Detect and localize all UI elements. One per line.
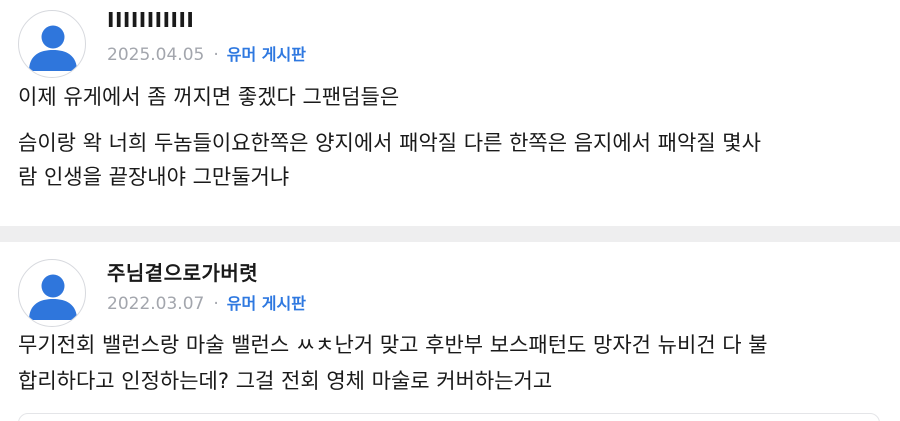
next-card-edge [18,413,880,421]
comment-text-line: 합리하다고 인정하는데? 그걸 전회 영체 마술로 커버하는거고 [18,369,553,393]
post-date: 2025.04.05 [107,45,205,65]
post-meta: 2025.04.05 · 유머 게시판 [107,41,306,65]
comment-text-line: 이제 유게에서 좀 꺼지면 좋겠다 그팬덤들은 [18,85,400,109]
user-silhouette-icon [29,274,77,320]
board-link[interactable]: 유머 게시판 [227,45,306,64]
comment-feed: IIIIIIIIIII 2025.04.05 · 유머 게시판 이제 유게에서 좀 … [0,0,900,421]
post-meta: 2022.03.07 · 유머 게시판 [107,290,306,314]
board-link[interactable]: 유머 게시판 [227,294,306,313]
user-silhouette-icon [29,25,77,71]
avatar[interactable] [18,259,86,327]
avatar[interactable] [18,10,86,78]
author-name[interactable]: IIIIIIIIIII [107,8,194,32]
comment-card: 주님곁으로가버렷 2022.03.07 · 유머 게시판 무기전회 밸런스랑 마술 … [0,242,900,421]
author-name[interactable]: 주님곁으로가버렷 [107,257,258,286]
comment-card: IIIIIIIIIII 2025.04.05 · 유머 게시판 이제 유게에서 좀 … [0,0,900,226]
meta-separator: · [213,294,219,314]
meta-separator: · [213,45,219,65]
post-date: 2022.03.07 [107,294,205,314]
comment-text-line: 무기전회 밸런스랑 마술 밸런스 ㅆㅊ난거 맞고 후반부 보스패턴도 망자건 뉴… [18,333,768,357]
comment-text-line: 슴이랑 왁 너희 두놈들이요한쪽은 양지에서 패악질 다른 한쪽은 음지에서 패… [18,131,761,155]
card-separator [0,226,900,242]
comment-text-line: 람 인생을 끝장내야 그만둘거냐 [18,165,290,189]
